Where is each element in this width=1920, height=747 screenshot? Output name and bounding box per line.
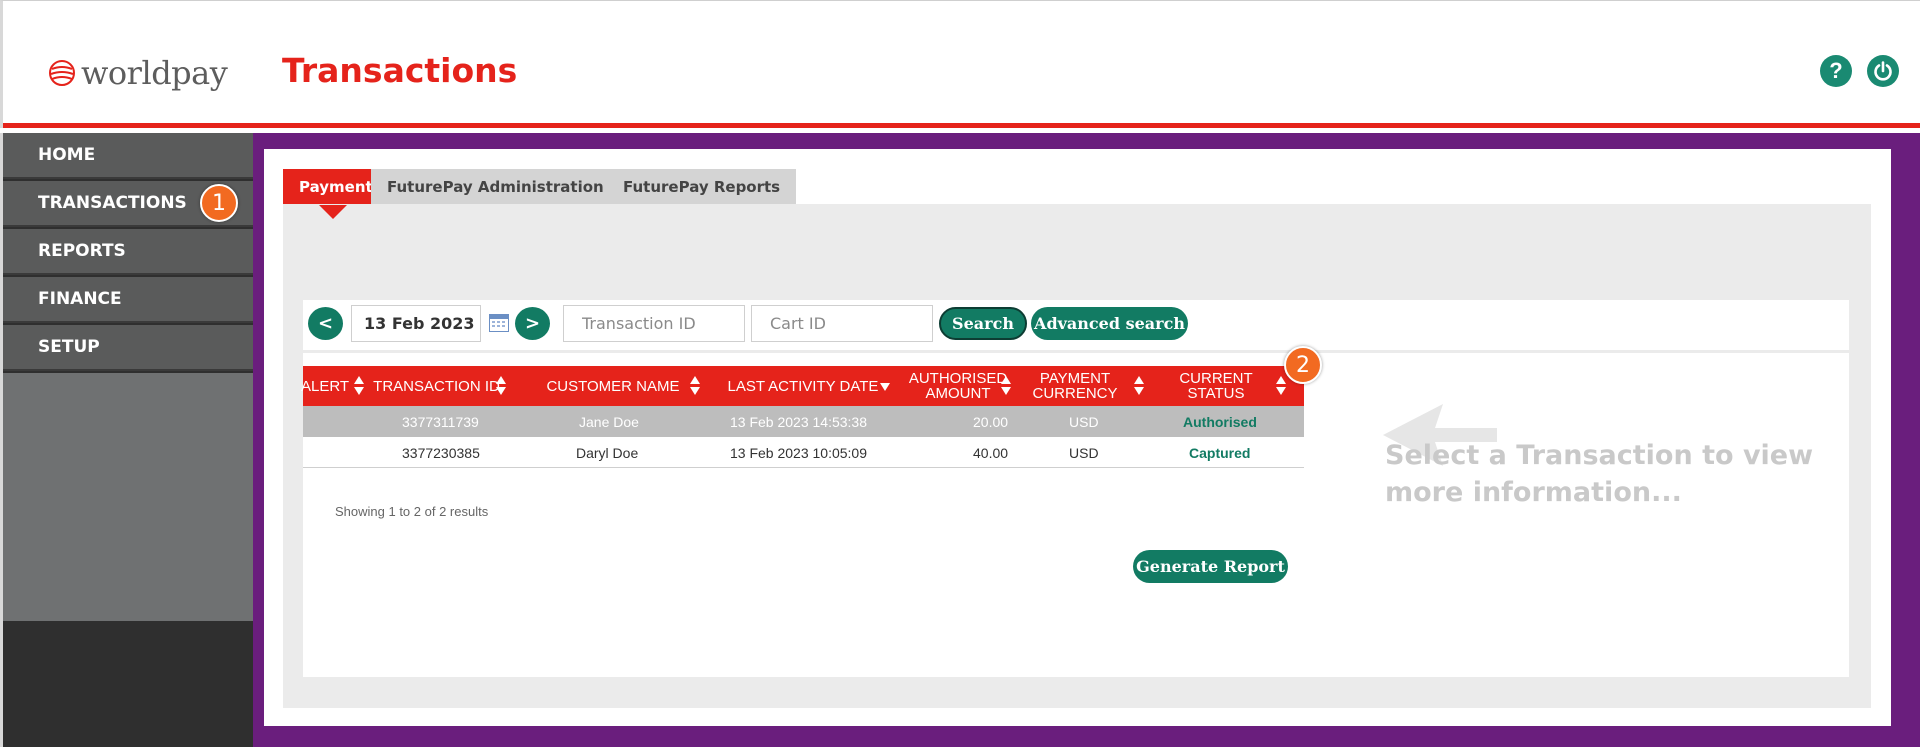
cell-alert bbox=[303, 437, 347, 468]
sort-icon[interactable] bbox=[1276, 376, 1287, 396]
col-authorised-amount[interactable]: AUTHORISED AMOUNT bbox=[898, 366, 1018, 406]
callout-badge-2: 2 bbox=[1284, 346, 1322, 384]
sort-icon[interactable] bbox=[690, 376, 701, 396]
next-date-button[interactable]: > bbox=[515, 307, 550, 340]
tab-panel: < 13 Feb 2023 > Search Advanced search bbox=[283, 204, 1871, 708]
col-customer-name[interactable]: CUSTOMER NAME bbox=[523, 366, 703, 406]
sort-icon[interactable] bbox=[1134, 376, 1145, 396]
sidebar-item-finance[interactable]: FINANCE bbox=[3, 277, 253, 323]
active-tab-pointer bbox=[319, 205, 347, 219]
sort-desc-icon[interactable] bbox=[880, 383, 891, 391]
cell-customer-name: Daryl Doe bbox=[576, 444, 639, 461]
app-header: worldpay Transactions ? bbox=[0, 0, 1920, 128]
col-last-activity-date[interactable]: LAST ACTIVITY DATE bbox=[713, 366, 893, 406]
power-glyph-icon bbox=[1874, 61, 1892, 81]
worldpay-globe-icon bbox=[49, 60, 75, 86]
logo-text: worldpay bbox=[81, 54, 228, 92]
main-content: Payments FuturePay Administration Future… bbox=[264, 149, 1891, 726]
power-icon[interactable] bbox=[1867, 55, 1899, 87]
select-transaction-hint: Select a Transaction to view more inform… bbox=[1385, 440, 1814, 508]
date-field[interactable]: 13 Feb 2023 bbox=[351, 305, 481, 342]
table-header: ALERT TRANSACTION ID CUSTOMER NAME LAST … bbox=[301, 366, 1304, 406]
help-icon[interactable]: ? bbox=[1820, 55, 1852, 87]
cell-customer-name: Jane Doe bbox=[579, 413, 639, 430]
transaction-id-input[interactable] bbox=[563, 305, 745, 342]
sidebar-filler bbox=[3, 373, 253, 621]
sort-icon[interactable] bbox=[354, 376, 365, 396]
cell-authorised-amount: 40.00 bbox=[973, 444, 1009, 461]
cell-payment-currency: USD bbox=[1069, 413, 1099, 430]
worldpay-logo[interactable]: worldpay bbox=[47, 53, 228, 93]
sidebar-item-reports[interactable]: REPORTS bbox=[3, 229, 253, 275]
calendar-icon[interactable] bbox=[489, 314, 509, 332]
cell-transaction-id: 3377311739 bbox=[402, 413, 479, 430]
col-payment-currency[interactable]: PAYMENT CURRENCY bbox=[1025, 366, 1125, 406]
prev-date-button[interactable]: < bbox=[308, 307, 343, 340]
cell-alert bbox=[303, 406, 347, 437]
cell-transaction-id: 3377230385 bbox=[402, 444, 480, 461]
col-alert[interactable]: ALERT bbox=[301, 366, 349, 406]
cell-authorised-amount: 20.00 bbox=[973, 413, 1009, 430]
page-title: Transactions bbox=[282, 51, 518, 90]
generate-report-button[interactable]: Generate Report bbox=[1133, 550, 1288, 583]
search-button[interactable]: Search bbox=[939, 307, 1027, 340]
transactions-card: < 13 Feb 2023 > Search Advanced search bbox=[301, 300, 1849, 677]
header-accent-line bbox=[3, 123, 1920, 128]
tab-futurepay-administration[interactable]: FuturePay Administration bbox=[371, 169, 620, 205]
callout-badge-1: 1 bbox=[200, 184, 238, 222]
results-count: Showing 1 to 2 of 2 results bbox=[335, 504, 489, 519]
cart-id-input[interactable] bbox=[751, 305, 933, 342]
sidebar-item-home[interactable]: HOME bbox=[3, 133, 253, 179]
main-area: Payments FuturePay Administration Future… bbox=[253, 133, 1920, 747]
col-transaction-id[interactable]: TRANSACTION ID bbox=[369, 366, 504, 406]
cell-last-activity-date: 13 Feb 2023 14:53:38 bbox=[730, 413, 868, 430]
cell-current-status: Captured bbox=[1189, 444, 1251, 461]
cell-payment-currency: USD bbox=[1069, 444, 1099, 461]
cell-last-activity-date: 13 Feb 2023 10:05:09 bbox=[730, 444, 868, 461]
table-row[interactable]: 3377230385 Daryl Doe 13 Feb 2023 10:05:0… bbox=[303, 437, 1304, 468]
sort-icon[interactable] bbox=[496, 376, 507, 396]
searchbar-divider bbox=[303, 350, 1849, 353]
tab-futurepay-reports[interactable]: FuturePay Reports bbox=[607, 169, 797, 205]
sort-icon[interactable] bbox=[1001, 376, 1012, 396]
advanced-search-button[interactable]: Advanced search bbox=[1031, 307, 1188, 340]
sidebar: HOME TRANSACTIONS REPORTS FINANCE SETUP bbox=[0, 133, 253, 747]
cell-current-status: Authorised bbox=[1183, 413, 1257, 430]
sidebar-item-setup[interactable]: SETUP bbox=[3, 325, 253, 371]
col-current-status[interactable]: CURRENT STATUS bbox=[1166, 366, 1266, 406]
table-row[interactable]: 3377311739 Jane Doe 13 Feb 2023 14:53:38… bbox=[303, 406, 1304, 437]
